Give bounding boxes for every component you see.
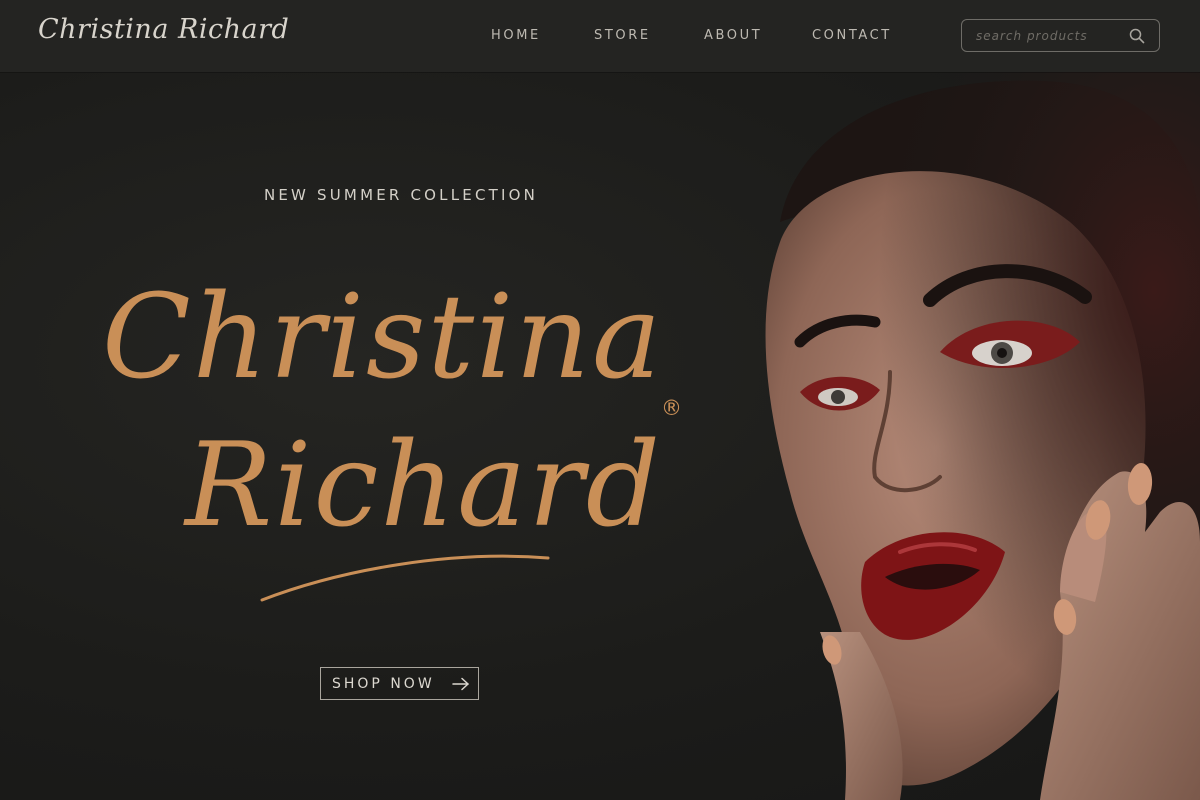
arrow-right-icon bbox=[452, 677, 470, 691]
registered-trademark: ® bbox=[661, 396, 682, 420]
search-icon[interactable] bbox=[1129, 28, 1145, 44]
search-box bbox=[961, 19, 1160, 52]
nav-link-contact[interactable]: CONTACT bbox=[812, 28, 892, 43]
brand-wordmark-last: Richard bbox=[185, 418, 662, 553]
nav-link-store[interactable]: STORE bbox=[594, 28, 651, 43]
search-input[interactable] bbox=[976, 25, 1126, 46]
top-navigation-bar: Christina Richard HOME STORE ABOUT CONTA… bbox=[0, 0, 1200, 72]
nav-link-about[interactable]: ABOUT bbox=[704, 28, 762, 43]
landing-page: Christina Richard HOME STORE ABOUT CONTA… bbox=[0, 0, 1200, 800]
shop-now-button[interactable]: SHOP NOW bbox=[320, 667, 479, 700]
brand-wordmark-first: Christina bbox=[102, 270, 664, 405]
collection-eyebrow: NEW SUMMER COLLECTION bbox=[263, 186, 539, 204]
shop-now-label: SHOP NOW bbox=[332, 676, 435, 692]
model-portrait-image bbox=[740, 72, 1200, 800]
nav-link-home[interactable]: HOME bbox=[491, 28, 541, 43]
underline-swash bbox=[260, 554, 550, 602]
